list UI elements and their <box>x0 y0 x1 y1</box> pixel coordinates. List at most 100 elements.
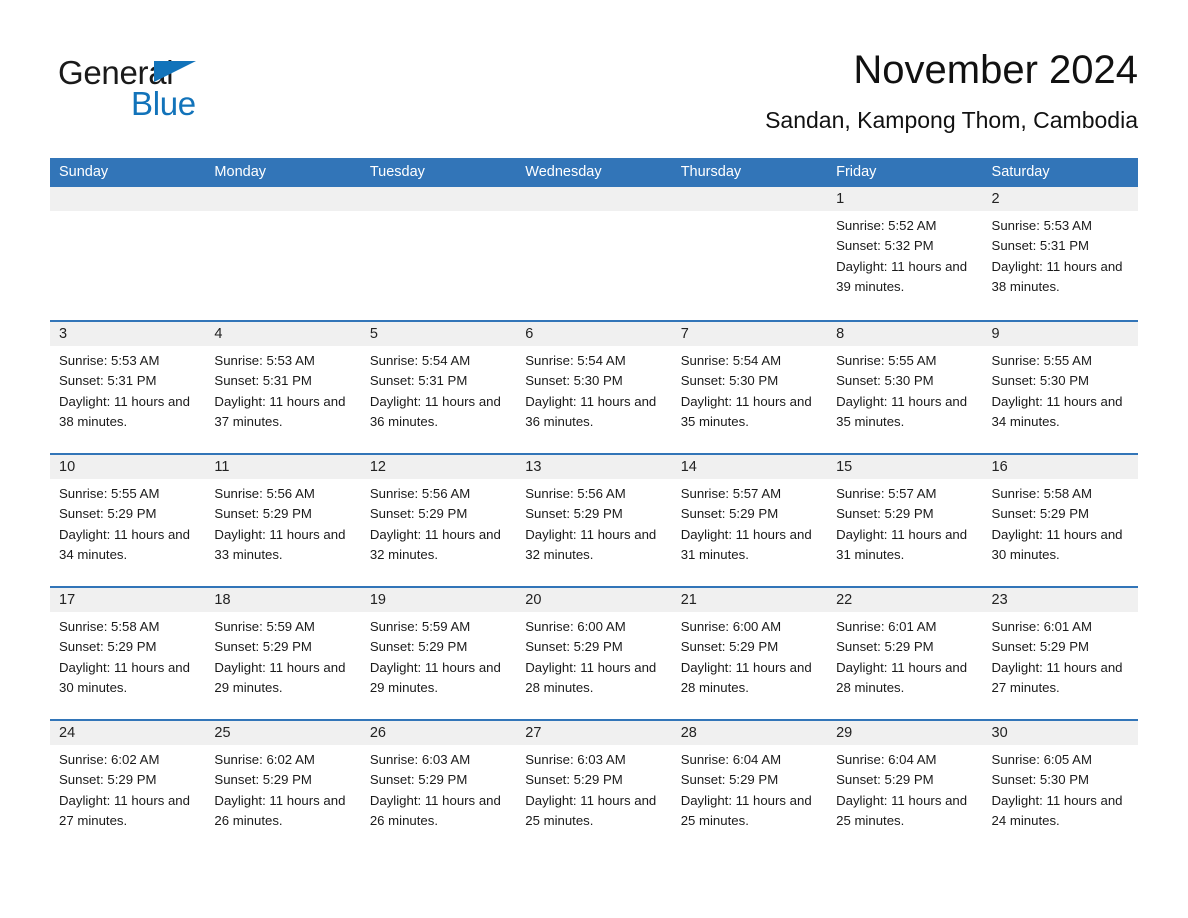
calendar-day-cell[interactable]: 27 Sunrise: 6:03 AM Sunset: 5:29 PM Dayli… <box>516 721 672 852</box>
calendar-day-cell[interactable]: 25 Sunrise: 6:02 AM Sunset: 5:29 PM Dayli… <box>205 721 361 852</box>
day-number-band <box>360 187 517 211</box>
calendar-day-cell-empty <box>50 187 206 320</box>
calendar-day-cell[interactable]: 23 Sunrise: 6:01 AM Sunset: 5:29 PM Dayli… <box>982 588 1138 719</box>
day-number-band: 20 <box>516 588 672 612</box>
day-number-band: 28 <box>671 721 828 745</box>
day-number-band: 27 <box>516 721 672 745</box>
calendar-day-cell[interactable]: 10 Sunrise: 5:55 AM Sunset: 5:29 PM Dayli… <box>50 455 206 586</box>
day-sun-info: Sunrise: 5:59 AM Sunset: 5:29 PM Dayligh… <box>369 619 501 695</box>
day-number: 3 <box>59 326 68 342</box>
day-sun-info: Sunrise: 5:54 AM Sunset: 5:30 PM Dayligh… <box>680 353 812 429</box>
day-sun-info: Sunrise: 5:54 AM Sunset: 5:31 PM Dayligh… <box>369 353 501 429</box>
calendar-day-cell[interactable]: 26 Sunrise: 6:03 AM Sunset: 5:29 PM Dayli… <box>360 721 517 852</box>
day-sun-info: Sunrise: 6:03 AM Sunset: 5:29 PM Dayligh… <box>369 752 501 828</box>
logo-text-blue: Blue <box>131 85 196 122</box>
day-number: 12 <box>369 459 386 475</box>
day-number-band: 26 <box>360 721 517 745</box>
day-number-band: 10 <box>50 455 206 479</box>
title-block: November 2024 Sandan, Kampong Thom, Camb… <box>438 46 1138 134</box>
calendar-day-cell[interactable]: 17 Sunrise: 5:58 AM Sunset: 5:29 PM Dayli… <box>50 588 206 719</box>
day-number-band <box>205 187 361 211</box>
calendar-day-cell-empty <box>671 187 828 320</box>
calendar-day-cell[interactable]: 13 Sunrise: 5:56 AM Sunset: 5:29 PM Dayli… <box>516 455 672 586</box>
calendar-day-cell[interactable]: 5 Sunrise: 5:54 AM Sunset: 5:31 PM Daylig… <box>360 322 517 453</box>
calendar-day-cell[interactable]: 9 Sunrise: 5:55 AM Sunset: 5:30 PM Daylig… <box>982 322 1138 453</box>
calendar-day-cell[interactable]: 15 Sunrise: 5:57 AM Sunset: 5:29 PM Dayli… <box>827 455 983 586</box>
calendar-day-cell[interactable]: 30 Sunrise: 6:05 AM Sunset: 5:30 PM Dayli… <box>982 721 1138 852</box>
calendar-week-row: 3 Sunrise: 5:53 AM Sunset: 5:31 PM Daylig… <box>50 320 1138 453</box>
day-number: 28 <box>680 725 697 741</box>
day-sun-info <box>50 211 205 216</box>
day-number-band: 14 <box>671 455 828 479</box>
weekday-header-monday: Monday <box>214 164 267 180</box>
day-number-band: 11 <box>205 455 361 479</box>
day-number-band: 13 <box>516 455 672 479</box>
day-number: 4 <box>214 326 223 342</box>
page-header: General Blue November 2024 Sandan, Kampo… <box>50 46 1138 154</box>
calendar-day-cell[interactable]: 3 Sunrise: 5:53 AM Sunset: 5:31 PM Daylig… <box>50 322 206 453</box>
general-blue-logo[interactable]: General Blue <box>58 54 218 126</box>
calendar-day-cell[interactable]: 20 Sunrise: 6:00 AM Sunset: 5:29 PM Dayli… <box>516 588 672 719</box>
weekday-header-thursday: Thursday <box>680 164 742 180</box>
day-number: 25 <box>214 725 231 741</box>
day-number-band <box>671 187 828 211</box>
calendar-day-cell[interactable]: 2 Sunrise: 5:53 AM Sunset: 5:31 PM Daylig… <box>982 187 1138 320</box>
calendar-day-cell[interactable]: 12 Sunrise: 5:56 AM Sunset: 5:29 PM Dayli… <box>360 455 517 586</box>
calendar-day-cell[interactable]: 29 Sunrise: 6:04 AM Sunset: 5:29 PM Dayli… <box>827 721 983 852</box>
calendar-day-cell[interactable]: 21 Sunrise: 6:00 AM Sunset: 5:29 PM Dayli… <box>671 588 828 719</box>
day-number: 14 <box>680 459 697 475</box>
day-number-band: 8 <box>827 322 983 346</box>
day-number-band: 17 <box>50 588 206 612</box>
day-number: 19 <box>369 592 386 608</box>
day-sun-info: Sunrise: 6:00 AM Sunset: 5:29 PM Dayligh… <box>525 619 657 695</box>
day-sun-info: Sunrise: 5:55 AM Sunset: 5:29 PM Dayligh… <box>59 486 190 562</box>
calendar-day-cell[interactable]: 7 Sunrise: 5:54 AM Sunset: 5:30 PM Daylig… <box>671 322 828 453</box>
day-sun-info: Sunrise: 5:55 AM Sunset: 5:30 PM Dayligh… <box>836 353 968 429</box>
day-number: 16 <box>991 459 1008 475</box>
day-number-band: 12 <box>360 455 517 479</box>
day-number-band: 30 <box>982 721 1138 745</box>
page-subtitle-location: Sandan, Kampong Thom, Cambodia <box>765 107 1138 133</box>
day-number: 18 <box>214 592 231 608</box>
page-title: November 2024 <box>853 48 1138 92</box>
calendar-day-cell[interactable]: 22 Sunrise: 6:01 AM Sunset: 5:29 PM Dayli… <box>827 588 983 719</box>
day-sun-info: Sunrise: 6:02 AM Sunset: 5:29 PM Dayligh… <box>59 752 190 828</box>
calendar-day-cell[interactable]: 24 Sunrise: 6:02 AM Sunset: 5:29 PM Dayli… <box>50 721 206 852</box>
day-number: 2 <box>991 191 1000 207</box>
calendar-day-cell[interactable]: 8 Sunrise: 5:55 AM Sunset: 5:30 PM Daylig… <box>827 322 983 453</box>
day-sun-info <box>361 211 516 216</box>
day-sun-info: Sunrise: 6:04 AM Sunset: 5:29 PM Dayligh… <box>680 752 812 828</box>
calendar-day-cell[interactable]: 4 Sunrise: 5:53 AM Sunset: 5:31 PM Daylig… <box>205 322 361 453</box>
calendar-day-cell[interactable]: 19 Sunrise: 5:59 AM Sunset: 5:29 PM Dayli… <box>360 588 517 719</box>
day-number-band: 15 <box>827 455 983 479</box>
day-sun-info: Sunrise: 5:59 AM Sunset: 5:29 PM Dayligh… <box>214 619 346 695</box>
day-sun-info: Sunrise: 6:05 AM Sunset: 5:30 PM Dayligh… <box>991 752 1123 828</box>
day-number: 17 <box>59 592 76 608</box>
day-sun-info: Sunrise: 5:53 AM Sunset: 5:31 PM Dayligh… <box>214 353 346 429</box>
day-number-band: 5 <box>360 322 517 346</box>
calendar-day-cell[interactable]: 28 Sunrise: 6:04 AM Sunset: 5:29 PM Dayli… <box>671 721 828 852</box>
day-number: 7 <box>680 326 689 342</box>
calendar-day-cell[interactable]: 1 Sunrise: 5:52 AM Sunset: 5:32 PM Daylig… <box>827 187 983 320</box>
calendar-day-cell[interactable]: 16 Sunrise: 5:58 AM Sunset: 5:29 PM Dayli… <box>982 455 1138 586</box>
calendar-day-cell[interactable]: 11 Sunrise: 5:56 AM Sunset: 5:29 PM Dayli… <box>205 455 361 586</box>
day-number-band: 3 <box>50 322 206 346</box>
calendar-day-cell[interactable]: 18 Sunrise: 5:59 AM Sunset: 5:29 PM Dayli… <box>205 588 361 719</box>
weekday-header-sunday: Sunday <box>59 164 109 180</box>
day-number: 23 <box>991 592 1008 608</box>
calendar-day-cell-empty <box>360 187 517 320</box>
day-sun-info: Sunrise: 6:00 AM Sunset: 5:29 PM Dayligh… <box>680 619 812 695</box>
day-sun-info: Sunrise: 6:01 AM Sunset: 5:29 PM Dayligh… <box>991 619 1123 695</box>
calendar-weeks: 1 Sunrise: 5:52 AM Sunset: 5:32 PM Daylig… <box>50 187 1138 852</box>
day-number-band: 21 <box>671 588 828 612</box>
day-number-band: 4 <box>205 322 361 346</box>
day-number: 6 <box>525 326 534 342</box>
day-number-band: 24 <box>50 721 206 745</box>
day-number-band <box>50 187 206 211</box>
day-number: 10 <box>59 459 76 475</box>
calendar-day-cell[interactable]: 6 Sunrise: 5:54 AM Sunset: 5:30 PM Daylig… <box>516 322 672 453</box>
day-sun-info: Sunrise: 5:58 AM Sunset: 5:29 PM Dayligh… <box>59 619 190 695</box>
calendar-page: General Blue November 2024 Sandan, Kampo… <box>0 0 1188 918</box>
calendar-day-cell[interactable]: 14 Sunrise: 5:57 AM Sunset: 5:29 PM Dayli… <box>671 455 828 586</box>
day-sun-info: Sunrise: 5:54 AM Sunset: 5:30 PM Dayligh… <box>525 353 657 429</box>
